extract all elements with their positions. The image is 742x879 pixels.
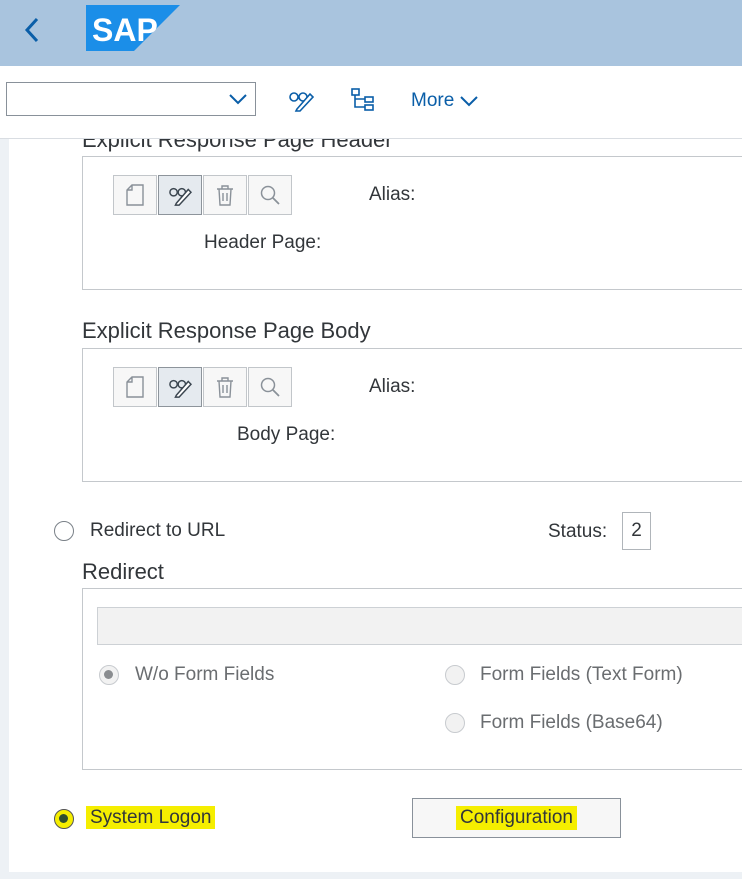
header-delete-button[interactable] — [203, 175, 247, 215]
body-create-button[interactable] — [113, 367, 157, 407]
header-change-button[interactable] — [158, 175, 202, 215]
redirect-to-url-radio[interactable] — [54, 521, 74, 541]
display-change-button[interactable] — [286, 85, 316, 115]
edit-glasses-icon — [169, 187, 192, 206]
body-page-label: Body Page: — [237, 424, 336, 445]
edit-glasses-icon — [169, 379, 192, 398]
header-page-label: Header Page: — [204, 232, 322, 253]
configuration-label: Configuration — [455, 806, 578, 830]
body-page-panel: Alias: Body Page: — [82, 348, 742, 482]
section-title-redirect: Redirect — [82, 559, 164, 584]
header-page-panel: Alias: Header Page: — [82, 156, 742, 290]
system-logon-text: System Logon — [86, 806, 216, 829]
chevron-down-icon — [460, 96, 479, 107]
trash-icon — [217, 185, 233, 206]
system-logon-radio[interactable] — [54, 809, 74, 829]
shell-bar: SAP — [0, 0, 742, 66]
transaction-dropdown[interactable] — [6, 82, 256, 116]
status-field[interactable]: 2 — [622, 512, 651, 550]
form-fields-text-radio[interactable] — [445, 665, 465, 685]
header-search-button[interactable] — [248, 175, 292, 215]
section-title-header: Explicit Response Page Header — [82, 139, 393, 152]
body-search-button[interactable] — [248, 367, 292, 407]
redirect-panel: W/o Form Fields Form Fields (Text Form) … — [82, 588, 742, 770]
trash-icon — [217, 377, 233, 398]
form-fields-base64-label: Form Fields (Base64) — [480, 712, 663, 733]
toolbar: More — [0, 66, 742, 139]
body-delete-button[interactable] — [203, 367, 247, 407]
chevron-down-icon — [229, 94, 247, 105]
redirect-url-input[interactable] — [97, 607, 742, 645]
form-fields-base64-radio[interactable] — [445, 713, 465, 733]
body-change-button[interactable] — [158, 367, 202, 407]
more-label: More — [411, 90, 455, 111]
new-document-icon — [126, 184, 144, 206]
redirect-to-url-label: Redirect to URL — [90, 520, 226, 541]
wo-form-fields-label: W/o Form Fields — [135, 664, 275, 685]
configuration-button[interactable]: Configuration — [412, 798, 621, 838]
form-fields-text-label: Form Fields (Text Form) — [480, 664, 683, 685]
header-create-button[interactable] — [113, 175, 157, 215]
back-button[interactable] — [18, 14, 46, 46]
body-alias-label: Alias: — [369, 376, 416, 397]
back-icon — [24, 17, 39, 43]
header-alias-label: Alias: — [369, 184, 416, 205]
status-label: Status: — [548, 521, 608, 542]
wo-form-fields-radio[interactable] — [99, 665, 119, 685]
hierarchy-icon — [351, 88, 374, 111]
sap-logo: SAP — [86, 5, 180, 56]
new-document-icon — [126, 376, 144, 398]
section-title-body: Explicit Response Page Body — [82, 318, 371, 343]
search-icon — [260, 377, 280, 397]
radio-selected-dot — [104, 670, 113, 679]
system-logon-label: System Logon — [86, 806, 216, 829]
svg-text:SAP: SAP — [92, 12, 158, 48]
hierarchy-button[interactable] — [348, 85, 378, 115]
search-icon — [260, 185, 280, 205]
radio-selected-dot — [59, 814, 68, 823]
edit-glasses-icon — [289, 92, 314, 112]
header-button-group — [113, 175, 292, 215]
body-button-group — [113, 367, 292, 407]
more-menu-button[interactable]: More — [411, 90, 479, 112]
main-content: Explicit Response Page Header Alias: Hea… — [9, 139, 742, 872]
